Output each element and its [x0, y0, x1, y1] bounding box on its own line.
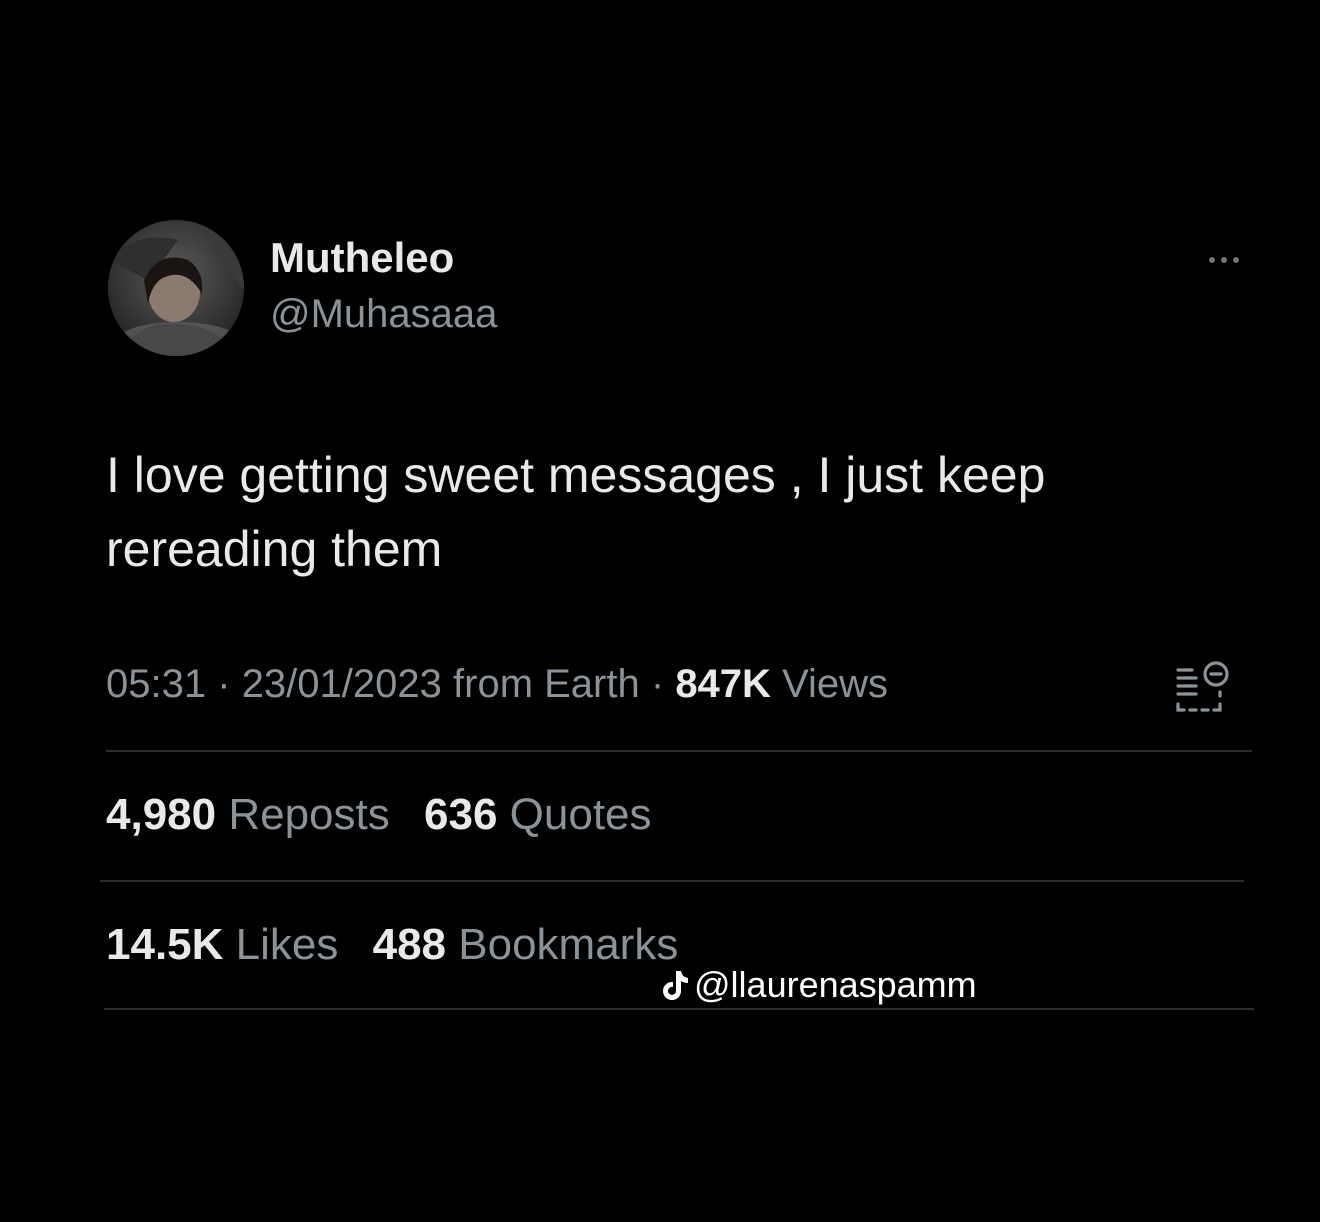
likes-label: Likes — [235, 920, 339, 969]
user-handle[interactable]: @Muhasaaa — [270, 292, 497, 337]
analytics-icon[interactable] — [1168, 656, 1234, 718]
quotes-count: 636 — [424, 790, 498, 839]
profile-photo-icon — [108, 220, 244, 356]
more-options-button[interactable] — [1196, 248, 1252, 272]
bookmarks-stat[interactable]: 488 Bookmarks — [373, 920, 679, 970]
display-name[interactable]: Mutheleo — [270, 234, 454, 282]
likes-count: 14.5K — [106, 920, 224, 969]
reposts-count: 4,980 — [106, 790, 217, 839]
tweet-time[interactable]: 05:31 — [106, 662, 206, 706]
meta-separator: · — [650, 662, 665, 706]
views-label: Views — [782, 662, 889, 706]
divider — [104, 1008, 1254, 1010]
tweet-date[interactable]: 23/01/2023 — [242, 662, 442, 706]
more-dot — [1221, 257, 1227, 263]
watermark: @llaurenaspamm — [660, 964, 977, 1006]
views-count: 847K — [675, 662, 771, 706]
quotes-stat[interactable]: 636 Quotes — [424, 790, 652, 840]
reposts-stat[interactable]: 4,980 Reposts — [106, 790, 390, 840]
bookmarks-count: 488 — [372, 920, 447, 969]
more-dots-icon — [1209, 257, 1215, 263]
stats-row-reposts-quotes: 4,980 Reposts 636 Quotes — [106, 790, 674, 840]
stats-row-likes-bookmarks: 14.5K Likes 488 Bookmarks — [106, 920, 700, 970]
avatar[interactable] — [108, 220, 244, 356]
divider — [106, 750, 1252, 752]
tweet-text: I love getting sweet messages , I just k… — [106, 447, 1046, 577]
quotes-label: Quotes — [509, 790, 652, 839]
tweet-source: from Earth — [453, 662, 640, 706]
tiktok-icon — [663, 971, 688, 1000]
likes-stat[interactable]: 14.5K Likes — [106, 920, 338, 970]
more-dot — [1233, 257, 1239, 263]
reposts-label: Reposts — [228, 790, 390, 839]
watermark-text: @llaurenaspamm — [694, 964, 977, 1005]
tweet-meta: 05:31 · 23/01/2023 from Earth · 847K Vie… — [106, 662, 888, 707]
divider — [100, 880, 1244, 882]
bookmarks-label: Bookmarks — [458, 920, 679, 969]
meta-separator: · — [217, 662, 231, 706]
